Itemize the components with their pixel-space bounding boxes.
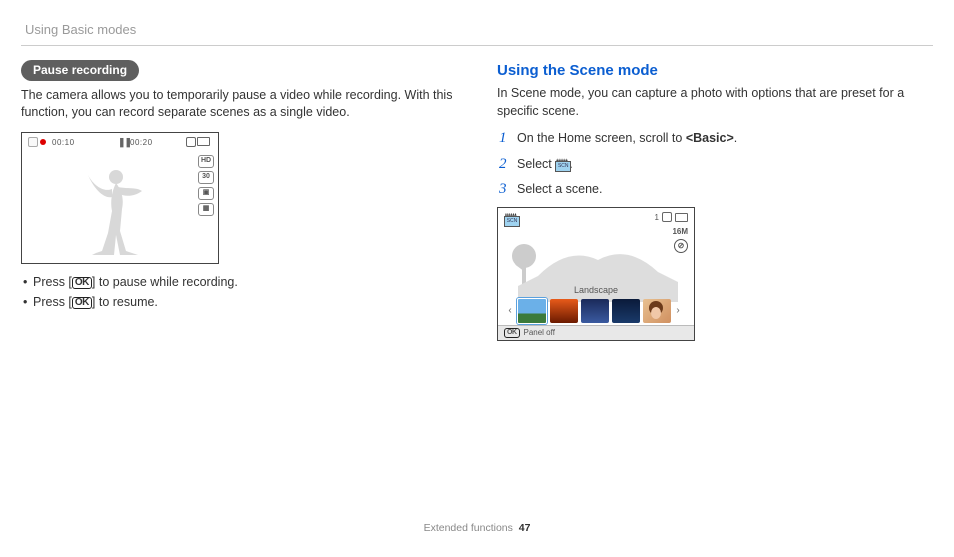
fps-badge: 30 [198,171,214,184]
prev-arrow-icon: ‹ [506,299,514,323]
step-number: 3 [499,179,507,200]
scene-thumbnails: ‹ › [506,297,686,325]
page-footer: Extended functions 47 [21,521,933,536]
recording-screenshot: 00:10 ❚❚ 00:20 HD 30 ▣ ▦ [21,132,219,264]
instruction-bullets: Press [OK] to pause while recording. Pre… [21,274,457,312]
remaining-time: 00:20 [130,137,153,148]
left-column: Pause recording The camera allows you to… [21,60,457,341]
scene-mode-icon [504,213,518,225]
scene-mode-heading: Using the Scene mode [497,60,933,81]
next-arrow-icon: › [674,299,682,323]
side-status-icons: HD 30 ▣ ▦ [198,155,214,219]
focus-icon: ▦ [198,203,214,216]
thumb-sunset [550,299,578,323]
metering-icon: ▣ [198,187,214,200]
elapsed-time: 00:10 [52,137,75,148]
scene-mode-steps: 1 On the Home screen, scroll to <Basic>.… [497,130,933,199]
step-number: 1 [499,128,507,149]
battery-icon [675,213,688,222]
divider [21,45,933,46]
thumb-night [612,299,640,323]
panel-bar: OK Panel off [498,325,694,340]
thumb-landscape [517,298,547,324]
panel-off-label: Panel off [524,327,555,338]
thumb-dawn [581,299,609,323]
ok-button-icon: OK [504,328,520,338]
card-icon [186,137,196,147]
pause-recording-pill: Pause recording [21,60,139,81]
battery-icon [197,137,210,146]
scene-label: Landscape [498,284,694,297]
status-bar: 1 [655,212,688,223]
hd-badge: HD [198,155,214,168]
pause-recording-paragraph: The camera allows you to temporarily pau… [21,87,457,122]
scene-selection-screenshot: 1 16M ⊘ Landscape ‹ [497,207,695,341]
card-icon [662,212,672,222]
scene-mode-icon [555,158,569,170]
right-column: Using the Scene mode In Scene mode, you … [497,60,933,341]
rec-indicator-icon [28,137,38,147]
bullet-pause: Press [OK] to pause while recording. [21,274,457,292]
rec-dot-icon [40,139,46,145]
dancer-illustration [62,163,162,263]
step-1: 1 On the Home screen, scroll to <Basic>. [497,130,933,148]
scene-mode-paragraph: In Scene mode, you can capture a photo w… [497,85,933,120]
bullet-resume: Press [OK] to resume. [21,294,457,312]
breadcrumb: Using Basic modes [21,21,933,39]
step-2: 2 Select . [497,156,933,174]
thumb-portrait [643,299,671,323]
resolution-badge: 16M [672,226,688,237]
ok-button-icon: OK [72,277,92,289]
ok-button-icon: OK [72,297,92,309]
step-3: 3 Select a scene. [497,181,933,199]
step-number: 2 [499,154,507,175]
